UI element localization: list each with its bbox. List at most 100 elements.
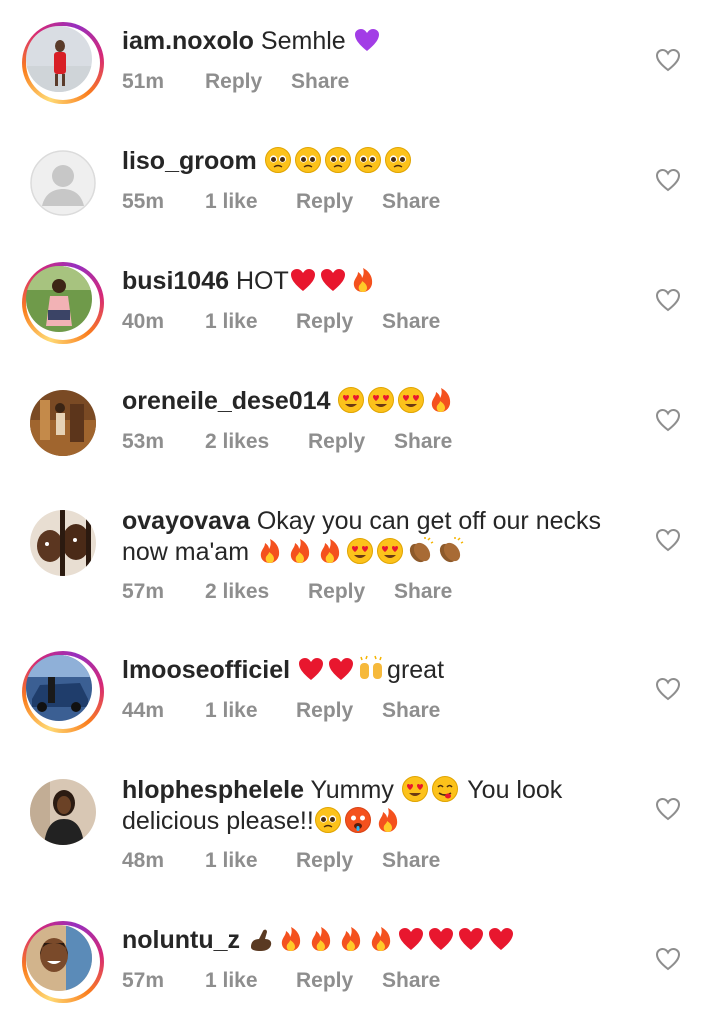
comment-emoji [337,387,457,415]
yum-face-icon [431,776,458,802]
fire-icon [260,539,280,563]
heart-outline-icon[interactable] [655,947,681,971]
comment-time: 53m [122,430,165,453]
heart-outline-icon[interactable] [655,288,681,312]
like-count[interactable]: 1 like [205,310,258,334]
avatar[interactable] [22,142,104,224]
red-heart-icon [398,928,423,950]
comment-time: 51m [122,70,165,93]
avatar[interactable] [22,22,104,104]
avatar-photo [26,26,92,92]
share-button[interactable]: Share [382,699,440,723]
comment-username[interactable]: ovayovava [122,507,250,535]
avatar-photo [26,925,92,991]
heart-outline-icon[interactable] [655,797,681,821]
heart-eyes-icon [401,776,428,802]
reply-button[interactable]: Reply [296,849,353,873]
heart-outline-icon[interactable] [655,48,681,72]
reply-button[interactable]: Reply [205,70,262,94]
like-count[interactable]: 2 likes [205,430,269,454]
like-count[interactable]: 1 like [205,190,258,214]
reply-button[interactable]: Reply [296,699,353,723]
share-button[interactable]: Share [382,310,440,334]
comment-emoji [297,655,387,684]
heart-outline-icon[interactable] [655,528,681,552]
comment-time: 48m [122,849,165,872]
comment-text-after: You look [467,776,563,804]
red-heart-icon [290,269,315,291]
reply-button[interactable]: Reply [308,580,365,604]
pointing-finger-icon [250,929,272,951]
heart-outline-icon[interactable] [655,677,681,701]
comment-time: 57m [122,580,165,603]
share-button[interactable]: Share [291,70,349,94]
heart-outline-icon[interactable] [655,168,681,192]
pleading-face-icon [264,147,291,173]
avatar-photo [30,390,96,456]
heart-eyes-icon [368,387,395,413]
comment-text: Semhle [260,27,346,55]
heart-eyes-icon [338,387,365,413]
comment-text-line2: now ma'am [122,538,250,566]
comment-time: 55m [122,190,165,213]
avatar[interactable] [22,262,104,344]
avatar[interactable] [22,771,104,853]
avatar[interactable] [22,921,104,1003]
avatar[interactable] [22,382,104,464]
share-button[interactable]: Share [394,430,452,454]
purple-heart-icon [354,29,379,51]
reply-button[interactable]: Reply [308,430,365,454]
comment-username[interactable]: liso_groom [122,147,257,175]
red-heart-icon [320,269,345,291]
share-button[interactable]: Share [382,969,440,993]
comment-text-line2: delicious please!! [122,807,314,835]
pleading-face-icon [384,147,411,173]
avatar[interactable] [22,651,104,733]
fire-icon [341,927,361,951]
comment-emoji [256,537,466,566]
share-button[interactable]: Share [382,190,440,214]
pleading-face-icon [294,147,321,173]
comment-time: 44m [122,699,165,722]
avatar-photo [30,510,96,576]
avatar-photo [26,655,92,721]
default-avatar-icon [30,150,96,216]
heart-outline-icon[interactable] [655,408,681,432]
comment-username[interactable]: busi1046 [122,267,229,295]
share-button[interactable]: Share [382,849,440,873]
fire-icon [281,927,301,951]
comment-username[interactable]: iam.noxolo [122,27,254,55]
comment-username[interactable]: noluntu_z [122,926,240,954]
fire-icon [290,539,310,563]
avatar[interactable] [22,502,104,584]
like-count[interactable]: 1 like [205,849,258,873]
like-count[interactable]: 1 like [205,969,258,993]
reply-button[interactable]: Reply [296,310,353,334]
like-count[interactable]: 2 likes [205,580,269,604]
reply-button[interactable]: Reply [296,190,353,214]
fire-icon [353,268,372,292]
like-count[interactable]: 1 like [205,699,258,723]
red-heart-icon [458,928,483,950]
hot-face-icon [344,807,371,833]
fire-icon [371,927,391,951]
heart-eyes-icon [377,538,403,564]
comment-text: great [387,656,445,684]
comment-time: 40m [122,310,165,333]
pleading-face-icon [314,807,341,833]
fire-icon [378,808,397,832]
pleading-face-icon [354,147,381,173]
comment-username[interactable]: oreneile_dese014 [122,387,330,415]
reply-button[interactable]: Reply [296,969,353,993]
fire-icon [432,388,451,412]
share-button[interactable]: Share [394,580,452,604]
comment-username[interactable]: hlophesphelele [122,776,304,804]
red-heart-icon [488,928,513,950]
comment-emoji [247,926,517,954]
comment-emoji [264,147,414,175]
raising-hands-icon [360,655,383,679]
red-heart-icon [299,658,324,680]
avatar-photo [26,266,92,332]
comment-text: Okay you can get off our necks [256,507,602,535]
comment-username[interactable]: lmooseofficiel [122,656,290,684]
